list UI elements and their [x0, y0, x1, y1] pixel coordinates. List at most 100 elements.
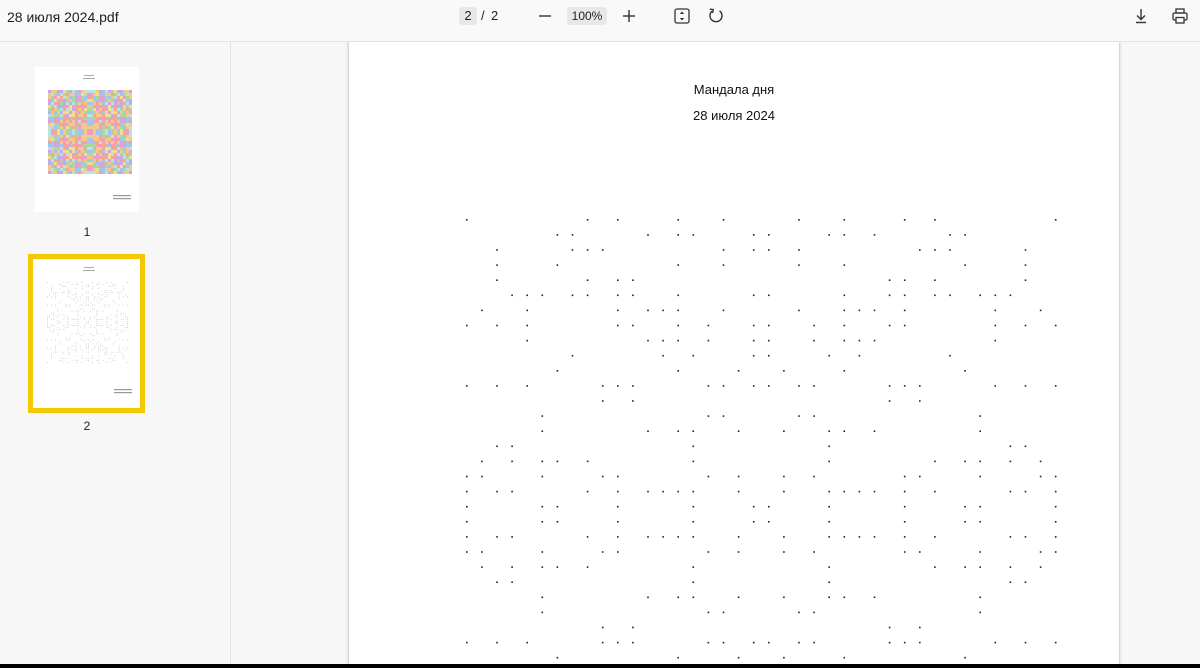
- zoom-level-field[interactable]: 100%: [567, 7, 607, 25]
- mandala-cell: [48, 156, 51, 159]
- pattern-dot: [466, 551, 468, 553]
- thumb-dot: [71, 333, 73, 335]
- mandala-cell: [51, 102, 54, 105]
- page-2-preview: [47, 267, 132, 394]
- mandala-cell: [57, 126, 60, 129]
- thumb-dot: [81, 361, 83, 363]
- mandala-cell: [87, 132, 90, 135]
- pattern-dot: [677, 264, 679, 266]
- mandala-cell: [81, 165, 84, 168]
- thumb-dot: [104, 347, 106, 349]
- mandala-cell: [51, 90, 54, 93]
- pattern-dot: [873, 536, 876, 538]
- mandala-cell: [75, 153, 78, 156]
- mandala-cell: [123, 144, 126, 147]
- thumb-dot: [55, 296, 57, 298]
- mandala-cell: [123, 150, 126, 153]
- pattern-dot: [934, 490, 936, 493]
- mandala-cell: [111, 99, 114, 102]
- thumb-dot: [106, 347, 108, 349]
- thumb-dot: [79, 345, 81, 347]
- pattern-dot: [647, 339, 649, 342]
- mandala-cell: [111, 171, 114, 174]
- mandala-cell: [60, 90, 63, 93]
- pattern-dot: [768, 234, 770, 236]
- mandala-cell: [117, 108, 120, 111]
- thumb-dot: [114, 284, 116, 285]
- mandala-cell: [78, 141, 81, 144]
- mandala-cell: [48, 96, 51, 99]
- mandala-cell: [75, 105, 78, 108]
- pattern-dot: [752, 324, 755, 327]
- thumb-dot: [102, 298, 104, 300]
- download-button[interactable]: [1129, 4, 1153, 28]
- thumb-dot: [116, 320, 118, 322]
- mandala-cell: [57, 165, 60, 168]
- mandala-cell: [63, 129, 66, 132]
- mandala-cell: [117, 156, 120, 159]
- thumb-dot: [114, 341, 116, 343]
- thumb-dot: [71, 298, 73, 300]
- mandala-cell: [108, 102, 111, 105]
- zoom-out-button[interactable]: [533, 4, 557, 28]
- mandala-cell: [111, 114, 114, 117]
- thumb-dot: [108, 339, 110, 341]
- thumb-dot: [63, 353, 65, 355]
- plus-icon: [623, 10, 635, 22]
- thumb-dot: [118, 292, 120, 294]
- mandala-cell: [84, 150, 87, 153]
- thumb-dot: [90, 310, 91, 312]
- print-button[interactable]: [1168, 4, 1192, 28]
- pattern-dot: [828, 354, 830, 357]
- thumb-dot: [77, 312, 79, 314]
- mandala-cell: [93, 156, 96, 159]
- rotate-button[interactable]: [704, 4, 728, 28]
- mandala-cell: [87, 96, 90, 99]
- mandala-cell: [90, 162, 93, 165]
- mandala-cell: [57, 159, 60, 162]
- thumb-dot: [106, 296, 108, 298]
- fit-page-button[interactable]: [670, 4, 694, 28]
- current-page-input[interactable]: 2: [459, 7, 477, 25]
- mandala-cell: [120, 108, 123, 111]
- mandala-cell: [81, 162, 84, 165]
- thumb-dot: [110, 361, 112, 363]
- pattern-dot: [934, 279, 936, 281]
- mandala-cell: [129, 165, 132, 168]
- thumb-dot: [57, 333, 59, 335]
- thumb-dot: [96, 329, 98, 331]
- thumb-dot: [69, 306, 71, 308]
- mandala-cell: [63, 93, 66, 96]
- mandala-cell: [81, 135, 84, 138]
- mandala-cell: [108, 117, 111, 120]
- mandala-cell: [102, 114, 105, 117]
- page-thumbnail-1[interactable]: [35, 67, 139, 212]
- pattern-dot: [677, 219, 679, 221]
- zoom-in-button[interactable]: [617, 4, 641, 28]
- mandala-cell: [105, 93, 108, 96]
- thumb-dot: [75, 310, 77, 312]
- thumb-dot: [75, 361, 77, 363]
- document-viewer[interactable]: Мандала дня 28 июля 2024: [231, 42, 1200, 664]
- mandala-cell: [57, 93, 60, 96]
- pattern-dot: [828, 490, 830, 493]
- mandala-cell: [48, 99, 51, 102]
- thumb-dot: [75, 341, 77, 343]
- mandala-cell: [129, 135, 132, 138]
- mandala-cell: [99, 132, 102, 135]
- thumb-dot: [116, 292, 118, 294]
- pattern-dot: [1054, 505, 1057, 508]
- thumb-dot: [85, 304, 87, 306]
- pattern-dot: [677, 309, 679, 312]
- mandala-cell: [123, 117, 126, 120]
- pattern-dot: [1024, 264, 1027, 266]
- mandala-cell: [117, 171, 120, 174]
- mandala-cell: [81, 96, 84, 99]
- mandala-cell: [114, 135, 117, 138]
- mandala-cell: [57, 96, 60, 99]
- pattern-dot: [1024, 445, 1027, 448]
- page-thumbnail-2[interactable]: [28, 254, 145, 413]
- pattern-dot: [979, 475, 981, 478]
- mandala-cell: [54, 129, 57, 132]
- mandala-cell: [105, 96, 108, 99]
